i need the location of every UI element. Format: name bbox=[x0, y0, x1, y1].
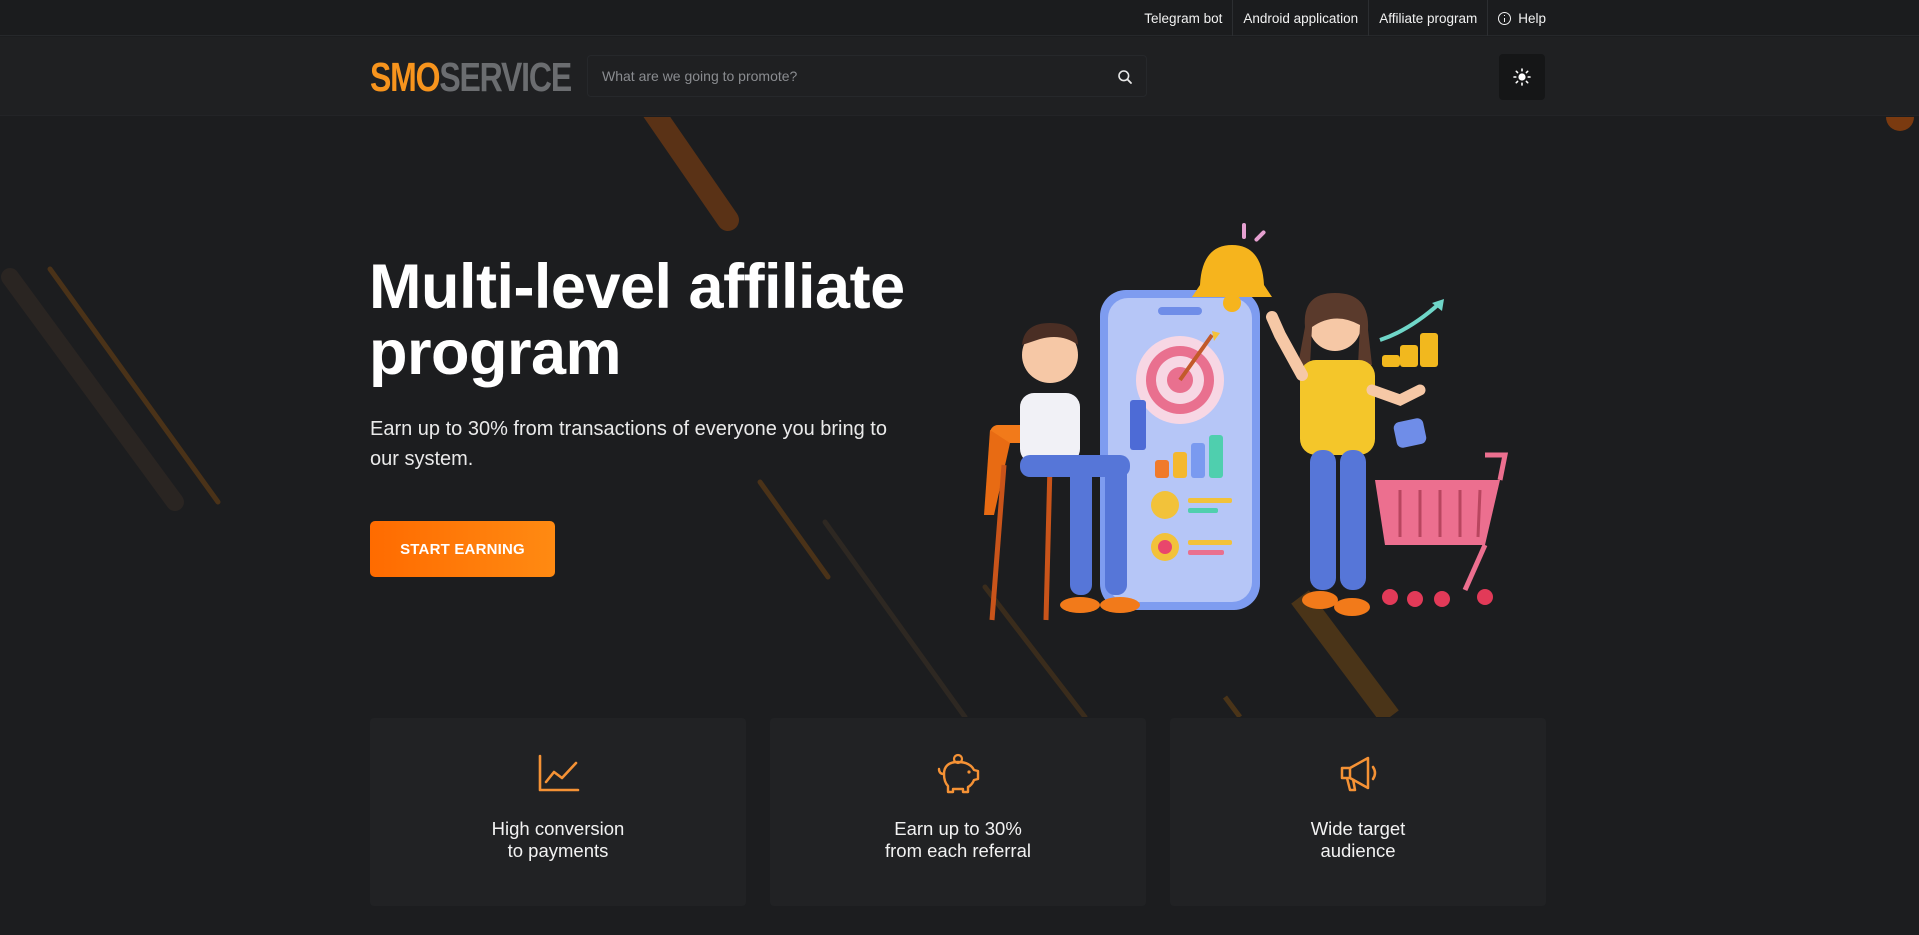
feature-card-referral: Earn up to 30% from each referral bbox=[770, 718, 1146, 906]
feature-text: Earn up to 30% from each referral bbox=[885, 818, 1031, 861]
theme-toggle-button[interactable] bbox=[1499, 54, 1545, 100]
search-input[interactable] bbox=[588, 56, 1146, 96]
logo[interactable]: SMO SERVICE bbox=[370, 54, 572, 100]
piggy-bank-icon bbox=[937, 753, 980, 794]
affiliate-program-link[interactable]: Affiliate program bbox=[1369, 0, 1489, 36]
telegram-bot-link[interactable]: Telegram bot bbox=[1134, 0, 1234, 36]
megaphone-icon bbox=[1340, 756, 1377, 792]
logo-smo: SMO bbox=[370, 53, 441, 100]
main-header: SMO SERVICE bbox=[0, 37, 1919, 116]
feature-card-conversion: High conversion to payments bbox=[370, 718, 746, 906]
search-icon[interactable] bbox=[1117, 69, 1133, 85]
help-link[interactable]: Help bbox=[1488, 0, 1546, 36]
feature-card-audience: Wide target audience bbox=[1170, 718, 1546, 906]
chart-line-icon bbox=[538, 754, 580, 792]
sun-icon bbox=[1513, 68, 1531, 86]
hero-subtitle: Earn up to 30% from transactions of ever… bbox=[370, 418, 887, 470]
logo-service: SERVICE bbox=[439, 53, 572, 100]
hero-title: Multi-level affiliate program bbox=[369, 252, 905, 388]
info-icon bbox=[1498, 11, 1512, 25]
android-app-link[interactable]: Android application bbox=[1233, 0, 1370, 36]
decorative-stripes bbox=[1, 117, 1914, 717]
top-links: Telegram bot Android application Affilia… bbox=[1134, 0, 1546, 36]
affiliate-illustration bbox=[984, 223, 1509, 621]
feature-text: High conversion to payments bbox=[491, 818, 625, 861]
top-bar: Telegram bot Android application Affilia… bbox=[0, 0, 1919, 36]
help-link-label: Help bbox=[1518, 10, 1546, 26]
start-earning-button[interactable]: START EARNING bbox=[370, 521, 555, 577]
feature-text: Wide target audience bbox=[1310, 818, 1406, 861]
search-box bbox=[587, 55, 1147, 97]
